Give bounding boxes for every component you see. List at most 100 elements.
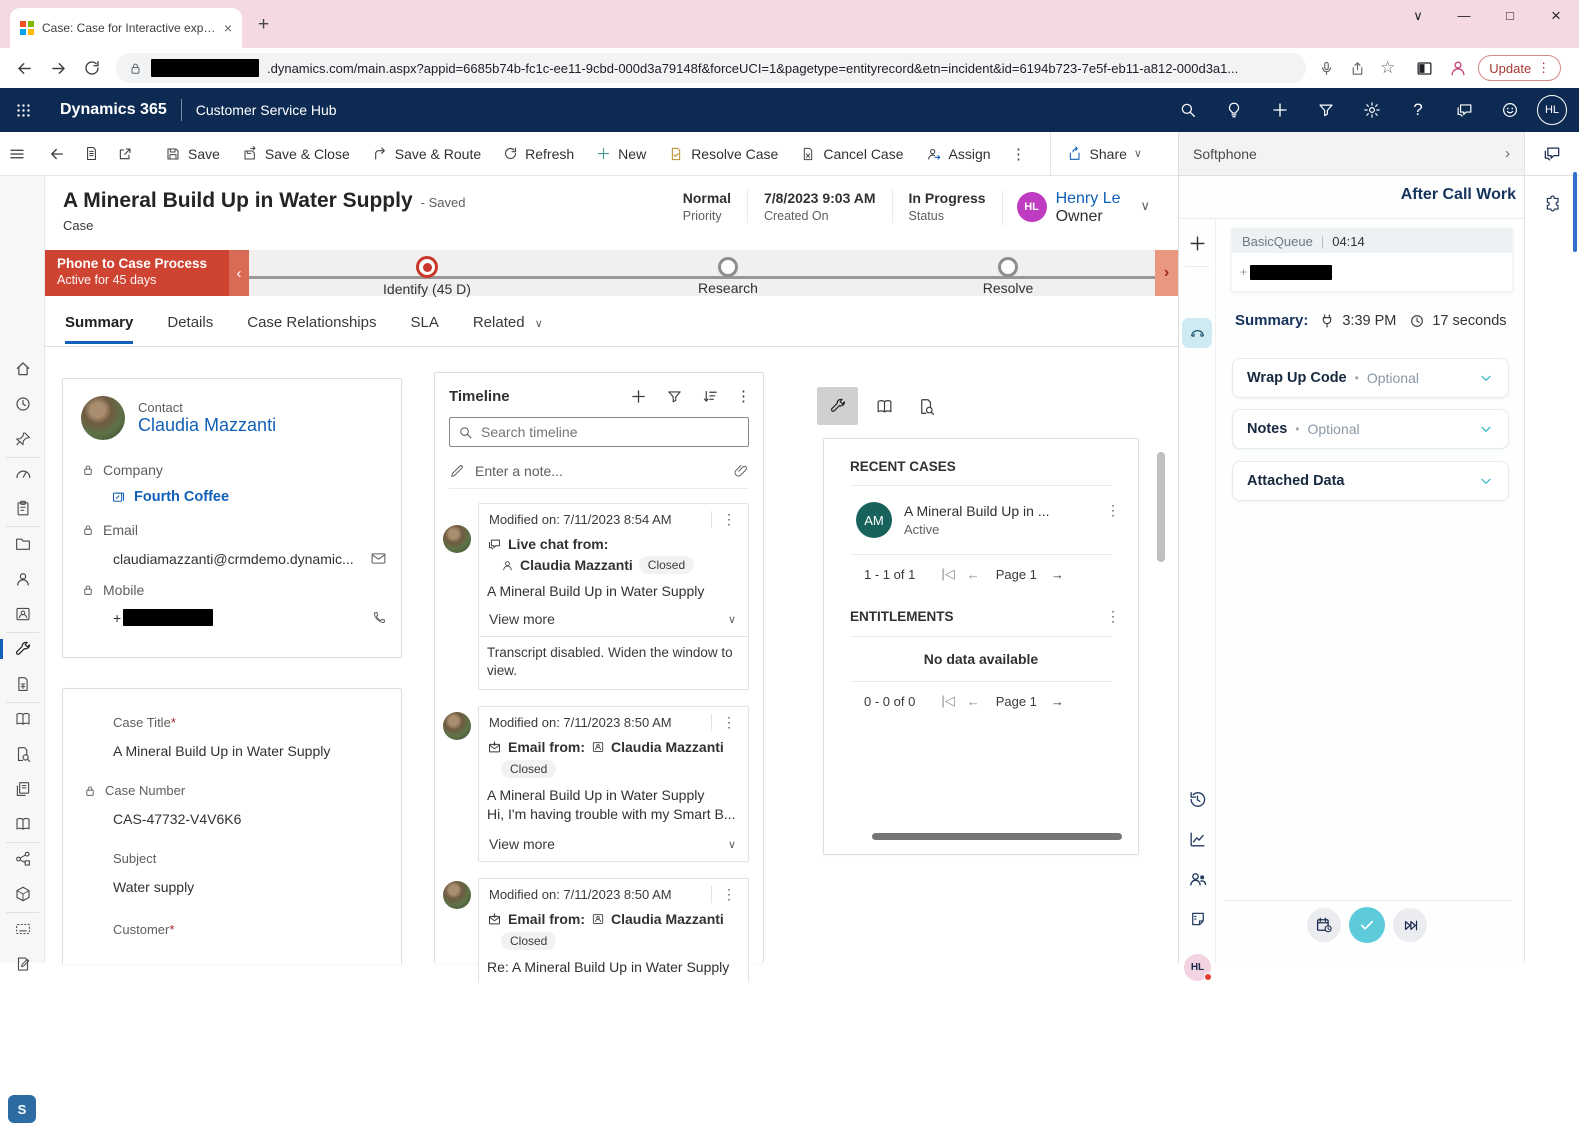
window-menu-icon[interactable]: ∨ <box>1395 0 1441 31</box>
header-expand-chevron-icon[interactable]: ∨ <box>1140 198 1150 214</box>
home-icon[interactable] <box>0 354 45 384</box>
notes-accordion[interactable]: Notes • Optional <box>1232 409 1509 449</box>
active-call-phone-icon[interactable] <box>1182 318 1212 348</box>
timeline-search-box[interactable] <box>449 417 749 447</box>
knowledge-articles-icon[interactable] <box>0 704 45 734</box>
attached-data-accordion[interactable]: Attached Data <box>1232 461 1509 501</box>
bpf-active-stage-dot[interactable] <box>416 256 438 278</box>
lightbulb-icon[interactable] <box>1211 88 1257 132</box>
bpf-next-stage-chevron-icon[interactable]: › <box>1155 250 1178 296</box>
accordion-chevron-icon[interactable] <box>1478 421 1494 437</box>
library-icon[interactable] <box>0 809 45 839</box>
bpf-process-badge[interactable]: Phone to Case Process Active for 45 days <box>45 250 229 296</box>
share-button[interactable]: Share ∨ <box>1050 132 1158 176</box>
send-email-icon[interactable] <box>370 550 387 567</box>
refresh-button[interactable]: Refresh <box>492 132 585 176</box>
entry-from[interactable]: Claudia Mazzanti <box>611 739 724 755</box>
accordion-chevron-icon[interactable] <box>1478 473 1494 489</box>
window-close-button[interactable]: × <box>1533 0 1579 31</box>
next-page-icon[interactable]: → <box>1051 694 1064 709</box>
tab-close-icon[interactable]: × <box>224 20 232 36</box>
open-in-new-window-icon[interactable] <box>108 132 142 176</box>
area-switcher[interactable]: S <box>8 1095 36 1123</box>
browser-forward-icon[interactable] <box>48 58 68 78</box>
bpf-stage-dot[interactable] <box>718 257 738 277</box>
entry-kebab-icon[interactable]: ⋮ <box>711 714 740 731</box>
pinned-icon[interactable] <box>0 424 45 454</box>
contacts-icon[interactable] <box>0 564 45 594</box>
sitemap-toggle-icon[interactable] <box>0 132 34 176</box>
cancel-case-button[interactable]: Cancel Case <box>789 132 914 176</box>
recent-case-kebab-icon[interactable]: ⋮ <box>1106 502 1120 519</box>
waffle-icon[interactable] <box>0 88 46 132</box>
recent-case-title[interactable]: A Mineral Build Up in ... <box>904 503 1050 519</box>
prev-page-icon[interactable]: ← <box>967 694 980 709</box>
teams-chat-icon[interactable] <box>1441 88 1487 132</box>
owner-value[interactable]: Henry Le <box>1056 190 1121 208</box>
vertical-scrollbar[interactable] <box>1157 452 1165 562</box>
entry-kebab-icon[interactable]: ⋮ <box>711 511 740 528</box>
horizontal-scrollbar[interactable] <box>872 833 1122 840</box>
new-button[interactable]: New <box>585 132 657 176</box>
browser-reload-icon[interactable] <box>82 58 102 78</box>
dynamics-brand[interactable]: Dynamics 365 <box>60 101 167 119</box>
softphone-collapse-chevron-icon[interactable]: › <box>1505 145 1510 162</box>
history-icon[interactable] <box>1179 784 1216 814</box>
search-icon[interactable] <box>1165 88 1211 132</box>
widget-tab-recent-cases[interactable] <box>817 387 858 425</box>
company-link[interactable]: Fourth Coffee <box>134 489 229 505</box>
wrap-up-code-accordion[interactable]: Wrap Up Code • Optional <box>1232 358 1509 398</box>
tab-case-relationships[interactable]: Case Relationships <box>247 302 376 343</box>
feedback-smiley-icon[interactable] <box>1487 88 1533 132</box>
tab-summary[interactable]: Summary <box>65 302 133 343</box>
activities-icon[interactable] <box>0 493 45 523</box>
share-icon[interactable] <box>1349 60 1366 77</box>
accounts-icon[interactable] <box>0 529 45 559</box>
recent-case-item[interactable]: AM A Mineral Build Up in ... Active ⋮ <box>824 486 1138 538</box>
products-icon[interactable] <box>0 879 45 909</box>
bpf-stage-identify[interactable]: Identify (45 D) <box>347 256 507 297</box>
call-phone-icon[interactable] <box>371 610 387 626</box>
app-name[interactable]: Customer Service Hub <box>196 102 337 118</box>
knowledge-search-icon[interactable] <box>0 739 45 769</box>
compose-icon[interactable] <box>0 949 45 979</box>
analytics-chart-icon[interactable] <box>1179 824 1216 854</box>
timeline-entry-email-2[interactable]: Modified on: 7/11/2023 8:50 AM ⋮ Email f… <box>478 878 749 983</box>
widget-tab-knowledge[interactable] <box>865 387 903 425</box>
resolve-case-button[interactable]: Resolve Case <box>657 132 789 176</box>
bpf-stage-dot[interactable] <box>998 257 1018 277</box>
timeline-kebab-icon[interactable]: ⋮ <box>736 387 751 405</box>
entry-subject[interactable]: Re: A Mineral Build Up in Water Supply <box>479 950 748 983</box>
browser-menu-kebab-icon[interactable]: ⋮ <box>1537 60 1550 76</box>
pane-scrollbar[interactable] <box>1573 172 1577 252</box>
browser-back-icon[interactable] <box>14 58 34 78</box>
recent-clock-icon[interactable] <box>0 389 45 419</box>
quick-create-plus-icon[interactable] <box>1257 88 1303 132</box>
bookmark-star-icon[interactable]: ☆ <box>1380 58 1395 78</box>
view-more-toggle[interactable]: View more ∨ <box>479 605 748 636</box>
tab-details[interactable]: Details <box>167 302 213 343</box>
new-tab-button[interactable]: + <box>258 14 269 36</box>
save-and-route-button[interactable]: Save & Route <box>361 132 492 176</box>
complete-acw-button[interactable] <box>1349 907 1385 943</box>
agent-presence-avatar[interactable]: HL <box>1184 954 1211 981</box>
entitlements-kebab-icon[interactable]: ⋮ <box>1106 608 1120 625</box>
view-more-toggle[interactable]: View more ∨ <box>479 830 748 861</box>
filter-icon[interactable] <box>1303 88 1349 132</box>
more-commands-kebab-icon[interactable]: ⋮ <box>1002 132 1036 176</box>
case-title-value[interactable]: A Mineral Build Up in Water Supply <box>63 730 401 759</box>
timeline-add-icon[interactable] <box>630 388 647 405</box>
bpf-stage-resolve[interactable]: Resolve <box>928 256 1088 296</box>
notes-icon[interactable] <box>1179 904 1216 934</box>
owner-field[interactable]: HL Henry Le Owner <box>1002 190 1135 226</box>
assign-button[interactable]: Assign <box>915 132 1002 176</box>
timeline-filter-icon[interactable] <box>666 388 683 405</box>
address-bar[interactable]: .dynamics.com/main.aspx?appid=6685b74b-f… <box>116 53 1306 83</box>
browser-tab[interactable]: Case: Case for Interactive experie × <box>10 8 242 48</box>
microphone-icon[interactable] <box>1318 60 1335 77</box>
contacts-people-icon[interactable] <box>1179 864 1216 894</box>
skip-acw-button[interactable] <box>1393 908 1427 942</box>
mailboxes-icon[interactable] <box>0 914 45 944</box>
timeline-sort-icon[interactable] <box>702 388 719 405</box>
widget-tab-article-search[interactable] <box>907 387 945 425</box>
